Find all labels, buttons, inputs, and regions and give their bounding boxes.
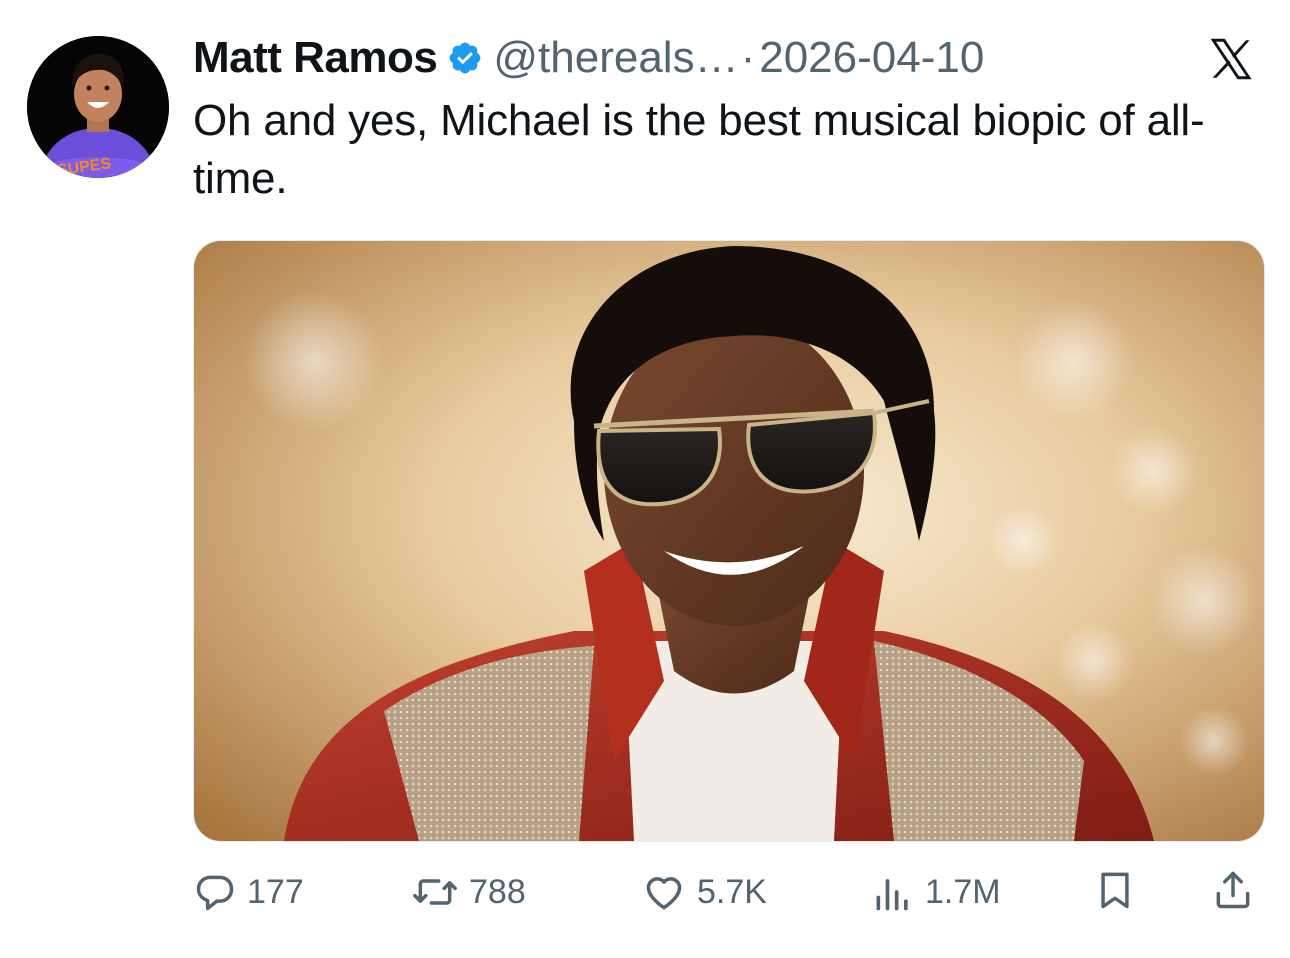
tweet-actions: 177 788 5.7K 1.7M [193, 864, 1263, 920]
bookmark-icon [1093, 868, 1137, 917]
like-count: 5.7K [697, 872, 767, 911]
x-logo-icon[interactable] [1206, 34, 1256, 84]
bookmark-button[interactable] [1093, 864, 1137, 920]
author-handle[interactable]: @thereals… [493, 30, 738, 86]
verified-badge-icon [447, 40, 483, 76]
share-icon [1211, 868, 1255, 917]
views-count: 1.7M [925, 872, 1001, 911]
reply-count: 177 [247, 872, 304, 911]
tweet-text: Oh and yes, Michael is the best musical … [193, 96, 1205, 203]
author-avatar[interactable]: SUPES [27, 36, 169, 178]
views-chart-icon [871, 870, 925, 914]
separator-dot: · [740, 33, 756, 82]
tweet-photo[interactable] [193, 240, 1265, 842]
like-button[interactable]: 5.7K [641, 864, 767, 920]
share-button[interactable] [1211, 864, 1255, 920]
tweet-header: Matt Ramos @thereals… · 2026-04-10 [193, 30, 984, 86]
reply-icon [193, 870, 247, 914]
tweet-date[interactable]: 2026-04-10 [759, 30, 984, 86]
views-button[interactable]: 1.7M [871, 864, 1001, 920]
repost-icon [411, 870, 469, 914]
author-name[interactable]: Matt Ramos [193, 30, 438, 86]
heart-icon [641, 870, 697, 914]
repost-button[interactable]: 788 [411, 864, 526, 920]
repost-count: 788 [469, 872, 526, 911]
reply-button[interactable]: 177 [193, 864, 304, 920]
